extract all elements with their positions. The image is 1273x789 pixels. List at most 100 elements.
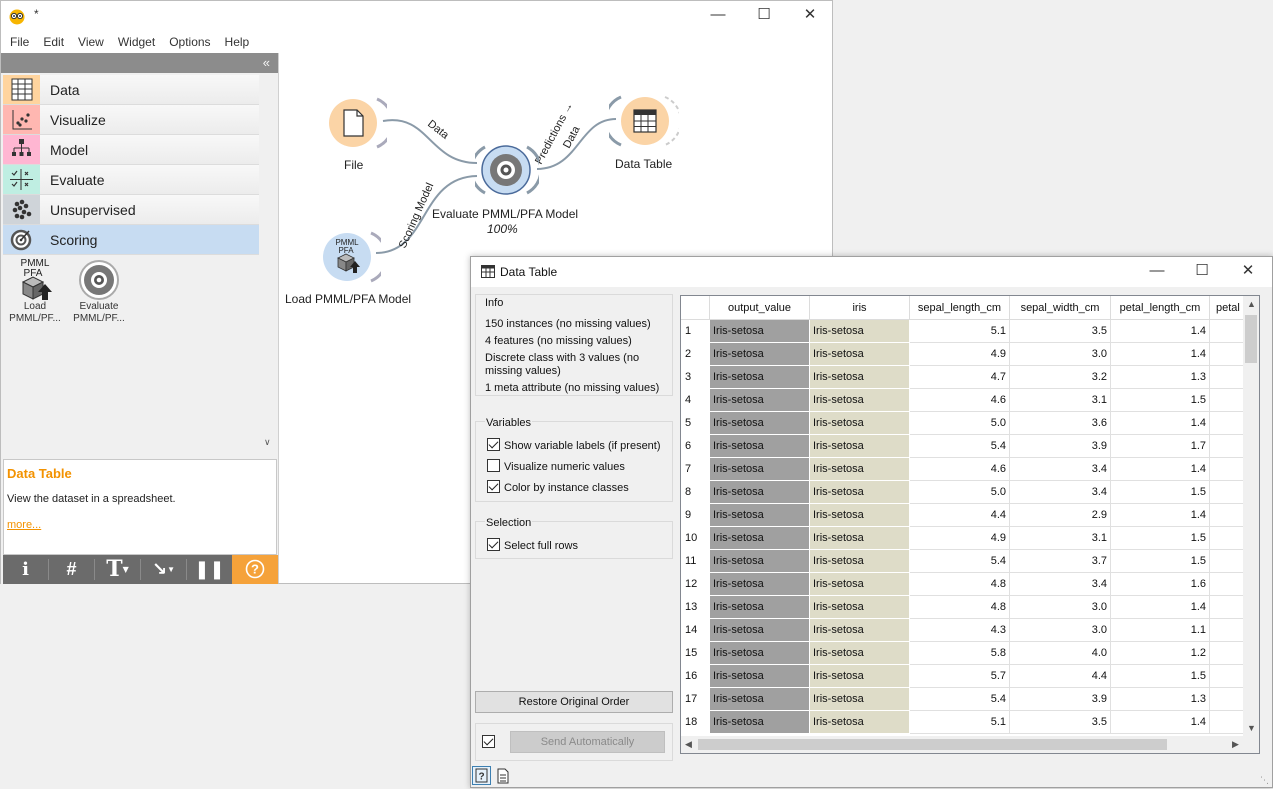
table-cell[interactable] <box>1210 343 1244 366</box>
table-cell-petal-length-cm[interactable]: 1.2 <box>1111 642 1210 665</box>
tool-load-pmml[interactable]: PMML PFA Load PMML/PF... <box>5 257 65 325</box>
minimize-button[interactable]: — <box>695 1 741 31</box>
table-cell-iris[interactable]: Iris-setosa <box>810 504 910 527</box>
table-cell-output-value[interactable]: Iris-setosa <box>710 688 810 711</box>
checkbox-checked[interactable] <box>487 538 500 551</box>
row-number[interactable]: 7 <box>681 458 710 481</box>
table-cell[interactable] <box>1210 435 1244 458</box>
category-unsupervised[interactable]: Unsupervised <box>3 195 259 225</box>
table-cell-output-value[interactable]: Iris-setosa <box>710 711 810 734</box>
row-number[interactable]: 5 <box>681 412 710 435</box>
table-cell[interactable] <box>1210 527 1244 550</box>
table-cell-petal-length-cm[interactable]: 1.4 <box>1111 711 1210 734</box>
table-cell-output-value[interactable]: Iris-setosa <box>710 343 810 366</box>
arrow-annotation-icon[interactable]: ↘▼ <box>141 555 186 584</box>
table-cell[interactable] <box>1210 458 1244 481</box>
table-cell[interactable] <box>1210 412 1244 435</box>
table-cell-sepal-width-cm[interactable]: 3.4 <box>1010 458 1111 481</box>
table-cell-sepal-width-cm[interactable]: 3.9 <box>1010 435 1111 458</box>
table-cell-petal-length-cm[interactable]: 1.5 <box>1111 389 1210 412</box>
data-table-node-icon[interactable] <box>609 93 679 149</box>
table-cell-petal-length-cm[interactable]: 1.4 <box>1111 343 1210 366</box>
table-cell-petal-length-cm[interactable]: 1.4 <box>1111 320 1210 343</box>
column-header[interactable]: petal_length_cm <box>1111 296 1210 320</box>
table-cell-sepal-length-cm[interactable]: 4.8 <box>910 573 1010 596</box>
resize-grip-icon[interactable]: ⋱ <box>1260 775 1269 786</box>
category-evaluate[interactable]: Evaluate <box>3 165 259 195</box>
table-cell-petal-length-cm[interactable]: 1.7 <box>1111 435 1210 458</box>
table-cell-sepal-width-cm[interactable]: 3.4 <box>1010 573 1111 596</box>
column-header[interactable]: petal <box>1210 296 1244 320</box>
data-table-view[interactable]: output_value iris sepal_length_cm sepal_… <box>680 295 1260 754</box>
table-cell-sepal-length-cm[interactable]: 4.9 <box>910 527 1010 550</box>
category-model[interactable]: Model <box>3 135 259 165</box>
table-cell-petal-length-cm[interactable]: 1.5 <box>1111 550 1210 573</box>
send-automatically-button[interactable]: Send Automatically <box>510 731 665 753</box>
table-cell-iris[interactable]: Iris-setosa <box>810 320 910 343</box>
column-header[interactable]: iris <box>810 296 910 320</box>
table-cell-iris[interactable]: Iris-setosa <box>810 665 910 688</box>
table-cell-sepal-length-cm[interactable]: 4.4 <box>910 504 1010 527</box>
table-cell-iris[interactable]: Iris-setosa <box>810 458 910 481</box>
table-cell[interactable] <box>1210 665 1244 688</box>
table-cell-petal-length-cm[interactable]: 1.5 <box>1111 481 1210 504</box>
close-button[interactable]: ✕ <box>787 1 833 31</box>
table-cell-sepal-width-cm[interactable]: 3.1 <box>1010 527 1111 550</box>
table-cell-iris[interactable]: Iris-setosa <box>810 527 910 550</box>
table-cell-sepal-width-cm[interactable]: 4.4 <box>1010 665 1111 688</box>
table-cell-iris[interactable]: Iris-setosa <box>810 343 910 366</box>
checkbox-checked[interactable] <box>487 438 500 451</box>
help-icon[interactable]: ? <box>472 766 491 785</box>
file-node-icon[interactable] <box>327 95 387 151</box>
table-cell-output-value[interactable]: Iris-setosa <box>710 435 810 458</box>
table-cell[interactable] <box>1210 366 1244 389</box>
table-cell-iris[interactable]: Iris-setosa <box>810 642 910 665</box>
table-cell-petal-length-cm[interactable]: 1.3 <box>1111 688 1210 711</box>
table-cell-sepal-width-cm[interactable]: 3.9 <box>1010 688 1111 711</box>
select-full-rows-checkbox[interactable]: Select full rows <box>487 538 578 552</box>
checkbox-checked[interactable] <box>487 480 500 493</box>
scroll-left-arrow[interactable]: ◀ <box>685 739 692 750</box>
table-cell-output-value[interactable]: Iris-setosa <box>710 642 810 665</box>
table-cell-output-value[interactable]: Iris-setosa <box>710 389 810 412</box>
toolbox-scrollbar[interactable]: ∨ <box>260 75 276 453</box>
table-cell-output-value[interactable]: Iris-setosa <box>710 320 810 343</box>
table-cell[interactable] <box>1210 711 1244 734</box>
tool-evaluate-pmml[interactable]: Evaluate PMML/PF... <box>69 257 129 325</box>
show-variable-labels-checkbox[interactable]: Show variable labels (if present) <box>487 438 661 452</box>
row-number[interactable]: 2 <box>681 343 710 366</box>
grid-hash-icon[interactable]: # <box>49 555 94 584</box>
horizontal-scroll-thumb[interactable] <box>698 739 1167 750</box>
column-header[interactable]: sepal_width_cm <box>1010 296 1111 320</box>
table-cell-sepal-width-cm[interactable]: 3.6 <box>1010 412 1111 435</box>
checkbox-checked[interactable] <box>482 735 495 748</box>
table-cell-sepal-length-cm[interactable]: 5.1 <box>910 711 1010 734</box>
table-cell-petal-length-cm[interactable]: 1.4 <box>1111 596 1210 619</box>
column-header[interactable]: sepal_length_cm <box>910 296 1010 320</box>
table-cell-sepal-width-cm[interactable]: 3.1 <box>1010 389 1111 412</box>
row-number[interactable]: 6 <box>681 435 710 458</box>
table-cell-sepal-width-cm[interactable]: 3.7 <box>1010 550 1111 573</box>
minimize-button[interactable]: — <box>1134 257 1180 287</box>
row-number[interactable]: 3 <box>681 366 710 389</box>
category-data[interactable]: Data <box>3 75 259 105</box>
category-scoring[interactable]: Scoring <box>3 225 259 255</box>
table-cell-sepal-length-cm[interactable]: 4.6 <box>910 389 1010 412</box>
table-cell-output-value[interactable]: Iris-setosa <box>710 366 810 389</box>
table-cell-sepal-width-cm[interactable]: 4.0 <box>1010 642 1111 665</box>
table-cell-sepal-length-cm[interactable]: 4.6 <box>910 458 1010 481</box>
maximize-button[interactable]: ☐ <box>741 1 787 31</box>
table-cell[interactable] <box>1210 481 1244 504</box>
table-cell-sepal-width-cm[interactable]: 3.0 <box>1010 596 1111 619</box>
table-cell-sepal-length-cm[interactable]: 4.9 <box>910 343 1010 366</box>
maximize-button[interactable]: ☐ <box>1179 257 1225 287</box>
table-cell-output-value[interactable]: Iris-setosa <box>710 573 810 596</box>
menu-file[interactable]: File <box>1 31 36 53</box>
row-number[interactable]: 12 <box>681 573 710 596</box>
table-cell-output-value[interactable]: Iris-setosa <box>710 412 810 435</box>
table-cell-sepal-length-cm[interactable]: 5.0 <box>910 481 1010 504</box>
table-cell[interactable] <box>1210 596 1244 619</box>
table-cell-output-value[interactable]: Iris-setosa <box>710 619 810 642</box>
table-cell-petal-length-cm[interactable]: 1.3 <box>1111 366 1210 389</box>
row-number[interactable]: 13 <box>681 596 710 619</box>
